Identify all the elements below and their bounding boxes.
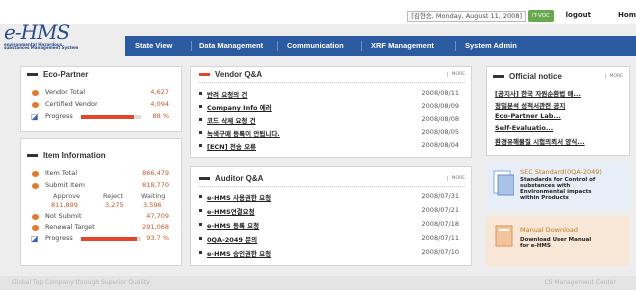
nav-xrf-management[interactable]: XRF Management — [371, 36, 434, 56]
submit-item-row: Submit Item 818,770 — [21, 181, 181, 191]
main-nav: State View Data Management Communication… — [125, 36, 636, 56]
nav-system-admin[interactable]: System Admin — [465, 36, 517, 56]
nav-state-view[interactable]: State View — [135, 36, 172, 56]
list-item[interactable]: e-HMS 등록 요청 2008/07/18 — [199, 220, 459, 230]
list-item[interactable]: 0QA-2049 문의 2008/07/11 — [199, 234, 459, 244]
item-progress-row: ◪ Progress 93.7 % — [31, 234, 169, 243]
eco-progress-row: ◪ Progress 88 % — [21, 112, 181, 122]
vendor-total-label: Vendor Total — [45, 88, 86, 96]
bullet-icon — [32, 225, 39, 231]
not-submit-value[interactable]: 47,709 — [146, 212, 169, 220]
sec-standard-title: SEC Standard(0QA-2049) — [520, 168, 602, 176]
notice-item[interactable]: [공지사] 한국 자원순환법 매... — [495, 88, 581, 98]
vendor-qa-more-link[interactable]: MORE — [446, 72, 465, 77]
auditor-qa-panel: Auditor Q&A MORE e-HMS 사용권한 요청 2008/07/31… — [190, 166, 472, 266]
bullet-icon — [32, 90, 39, 96]
progress-icon: ◪ — [31, 112, 39, 121]
manual-icon — [495, 225, 513, 247]
vendor-total-row: Vendor Total 4,627 — [21, 88, 181, 98]
certified-vendor-row: Certified Vendor 4,094 — [21, 100, 181, 110]
official-notice-panel: Official notice MORE [공지사] 한국 자원순환법 매...… — [486, 66, 630, 156]
nav-data-management[interactable]: Data Management — [199, 36, 263, 56]
auditor-qa-more-link[interactable]: MORE — [446, 176, 465, 181]
renewal-value[interactable]: 291,068 — [142, 223, 169, 231]
approval-values-row: 811,899 3,275 3,596 — [21, 201, 181, 211]
logo[interactable]: e-HMS environmental Hazardous substances… — [4, 20, 124, 60]
title-bar-icon — [27, 154, 38, 157]
title-bar-icon — [493, 75, 504, 78]
title-bar-icon — [199, 73, 210, 76]
logo-text: e-HMS — [4, 20, 70, 44]
vendor-total-value[interactable]: 4,627 — [150, 88, 169, 96]
footer: Global Top Company through Superior Qual… — [0, 276, 636, 290]
certified-vendor-label: Certified Vendor — [45, 100, 98, 108]
sec-standard-banner[interactable]: SEC Standard(0QA-2049) Standards for Con… — [486, 162, 630, 210]
nav-divider — [191, 41, 192, 51]
eco-progress-bar — [81, 115, 141, 119]
nav-communication[interactable]: Communication — [287, 36, 344, 56]
user-info: [김현승, Monday, August 11, 2008] — [407, 11, 526, 22]
manual-download-banner[interactable]: Manual Download Download User Manual for… — [486, 216, 630, 266]
official-notice-more-link[interactable]: MORE — [604, 74, 623, 79]
official-notice-title: Official notice — [509, 72, 562, 81]
notice-item[interactable]: Self-Evaluatio... — [495, 124, 553, 132]
nav-divider — [361, 41, 362, 51]
bullet-icon — [32, 214, 39, 220]
eco-partner-panel: Eco-Partner Vendor Total 4,627 Certified… — [20, 66, 182, 132]
eco-partner-title: Eco-Partner — [43, 70, 89, 79]
item-progress-bar — [81, 237, 141, 241]
notice-item[interactable]: 환경유해물질 시험의뢰서 양식... — [495, 136, 585, 146]
bullet-icon — [32, 183, 39, 189]
list-item[interactable]: 반려 요청의 건 2008/08/11 — [199, 89, 459, 99]
footer-center: CS Management Center — [544, 279, 616, 286]
it-voc-button[interactable]: IT-VOC — [528, 10, 554, 22]
divider — [199, 82, 465, 83]
footer-slogan: Global Top Company through Superior Qual… — [12, 279, 150, 286]
eco-progress-value: 88 % — [152, 112, 169, 120]
manual-download-title: Manual Download — [520, 226, 578, 234]
title-bar-icon — [199, 177, 210, 180]
nav-divider — [277, 41, 278, 51]
divider — [199, 186, 465, 187]
vendor-qa-title: Vendor Q&A — [215, 70, 263, 79]
item-progress-fill — [81, 237, 138, 241]
not-submit-row: Not Submit 47,709 — [21, 212, 181, 222]
renewal-row: Renewal Target 291,068 — [21, 223, 181, 233]
list-item[interactable]: e-HMS연결요청 2008/07/21 — [199, 206, 459, 216]
logout-link[interactable]: logout — [566, 11, 591, 19]
list-item[interactable]: 코드 삭제 요청 건 2008/08/08 — [199, 115, 459, 125]
list-item[interactable]: e-HMS 사용권한 요청 2008/07/31 — [199, 192, 459, 202]
submit-item-value[interactable]: 818,770 — [142, 181, 169, 189]
eco-progress-fill — [81, 115, 134, 119]
home-link[interactable]: Hom — [618, 11, 636, 19]
bullet-icon — [32, 102, 39, 108]
reject-value[interactable]: 3,275 — [105, 201, 124, 209]
approve-value[interactable]: 811,899 — [51, 201, 78, 209]
nav-divider — [455, 41, 456, 51]
logo-subtitle-2: substances Management System — [4, 45, 79, 50]
notice-item[interactable]: Eco-Partner Lab... — [495, 112, 561, 120]
certified-vendor-value[interactable]: 4,094 — [150, 100, 169, 108]
list-item[interactable]: Company Info 에러 2008/08/09 — [199, 102, 459, 112]
document-icon — [493, 170, 514, 196]
item-total-value[interactable]: 866,479 — [142, 169, 169, 177]
item-total-row: Item Total 866,479 — [21, 169, 181, 179]
vendor-qa-panel: Vendor Q&A MORE 반려 요청의 건 2008/08/11 Compa… — [190, 66, 472, 158]
list-item[interactable]: 녹색구매 등록이 안됩니다. 2008/08/05 — [199, 128, 459, 138]
eco-progress-label: Progress — [45, 112, 73, 120]
item-info-panel: Item Information Item Total 866,479 Subm… — [20, 138, 182, 266]
item-info-title: Item Information — [43, 151, 106, 160]
bullet-icon — [32, 171, 39, 177]
waiting-value[interactable]: 3,596 — [143, 201, 162, 209]
list-item[interactable]: e-HMS 승인권한 요청 2008/07/10 — [199, 248, 459, 258]
item-progress-value: 93.7 % — [146, 234, 169, 242]
auditor-qa-title: Auditor Q&A — [215, 174, 264, 183]
notice-item[interactable]: 정밀분석 성적서관련 공지 — [495, 100, 565, 110]
progress-icon: ◪ — [31, 234, 39, 243]
list-item[interactable]: [ECN] 전송 오류 2008/08/04 — [199, 141, 459, 151]
title-bar-icon — [27, 73, 38, 76]
